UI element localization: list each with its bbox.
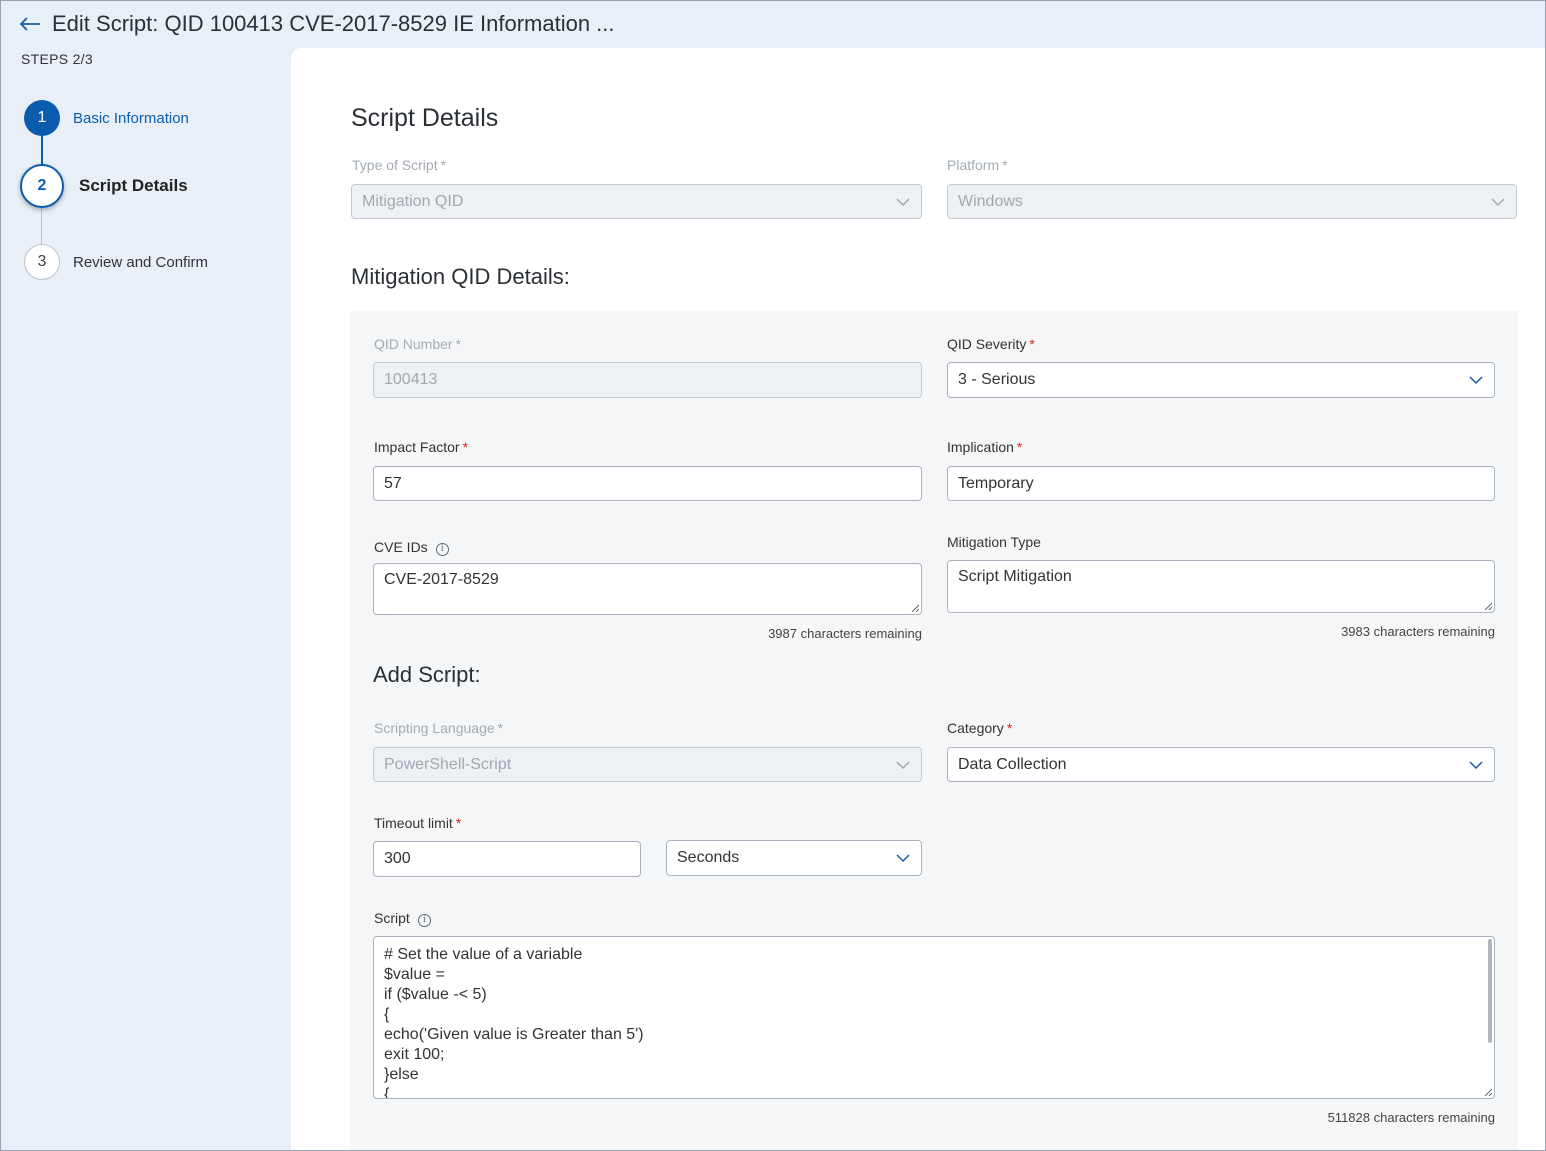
timeout-input[interactable]: 300 (373, 841, 641, 877)
timeout-unit-select[interactable]: Seconds (666, 840, 922, 876)
script-scrollbar[interactable] (1488, 939, 1492, 1043)
script-line: { (384, 1006, 390, 1023)
chevron-down-icon (1469, 376, 1483, 385)
qid-number-input[interactable]: 100413 (373, 362, 922, 398)
qid-severity-value: 3 - Serious (958, 371, 1036, 388)
section-title-mitigation: Mitigation QID Details: (351, 264, 570, 289)
impact-factor-label: Impact Factor * (374, 439, 469, 455)
step-number: 3 (24, 244, 60, 280)
chevron-down-icon (1491, 198, 1505, 207)
implication-value: Temporary (958, 474, 1034, 492)
page-header: Edit Script: QID 100413 CVE-2017-8529 IE… (0, 0, 1546, 48)
script-line: { (384, 1086, 390, 1099)
timeout-label: Timeout limit * (374, 815, 462, 831)
mitigation-type-value: Script Mitigation (958, 568, 1072, 585)
category-value: Data Collection (958, 755, 1067, 773)
step-script-details[interactable]: 2 Script Details (20, 164, 188, 208)
platform-select[interactable]: Windows (947, 184, 1517, 219)
info-icon[interactable]: i (435, 543, 449, 556)
script-line: if ($value -< 5) (384, 986, 487, 1003)
script-label: Script i (374, 910, 431, 927)
script-editor[interactable]: # Set the value of a variable $value = i… (373, 936, 1495, 1099)
impact-factor-value: 57 (384, 474, 402, 492)
step-basic-information[interactable]: 1 Basic Information (24, 100, 189, 136)
resize-handle-icon[interactable] (1484, 1088, 1492, 1096)
page-title: Edit Script: QID 100413 CVE-2017-8529 IE… (52, 11, 615, 36)
cve-ids-textarea[interactable]: CVE-2017-8529 (373, 563, 922, 615)
section-title-script-details: Script Details (351, 104, 499, 132)
scripting-language-select[interactable]: PowerShell-Script (373, 747, 922, 782)
chevron-down-icon (896, 761, 910, 770)
step-label: Basic Information (73, 109, 189, 127)
script-counter: 511828 characters remaining (1327, 1110, 1495, 1125)
step-number: 2 (20, 164, 64, 208)
platform-value: Windows (958, 192, 1023, 210)
chevron-down-icon (896, 198, 910, 207)
section-title-add-script: Add Script: (373, 662, 481, 687)
cve-ids-label: CVE IDs i (374, 539, 449, 556)
script-line: }else (384, 1066, 419, 1083)
steps-counter: STEPS 2/3 (21, 51, 93, 67)
qid-number-label: QID Number * (374, 336, 462, 352)
step-review-and-confirm[interactable]: 3 Review and Confirm (24, 244, 208, 280)
script-line: exit 100; (384, 1046, 445, 1063)
resize-handle-icon[interactable] (911, 604, 919, 612)
step-number: 1 (24, 100, 60, 136)
scripting-language-value: PowerShell-Script (384, 755, 512, 773)
timeout-unit-value: Seconds (677, 849, 740, 866)
step-label: Review and Confirm (73, 253, 209, 271)
step-label: Script Details (79, 176, 188, 195)
mitigation-type-counter: 3983 characters remaining (1341, 624, 1495, 639)
script-line: echo('Given value is Greater than 5') (384, 1026, 644, 1043)
timeout-value: 300 (384, 850, 411, 867)
cve-ids-counter: 3987 characters remaining (768, 626, 922, 641)
script-line: # Set the value of a variable (384, 946, 583, 963)
resize-handle-icon[interactable] (1484, 602, 1492, 610)
impact-factor-input[interactable]: 57 (373, 466, 922, 501)
platform-label: Platform * (947, 157, 1008, 173)
back-arrow-icon[interactable] (18, 12, 42, 36)
type-of-script-value: Mitigation QID (362, 192, 464, 210)
implication-label: Implication * (947, 439, 1023, 455)
script-line: $value = (384, 966, 445, 983)
info-icon[interactable]: i (417, 914, 431, 927)
scripting-language-label: Scripting Language * (374, 720, 504, 736)
chevron-down-icon (1469, 761, 1483, 770)
qid-severity-label: QID Severity * (947, 336, 1035, 352)
mitigation-type-label: Mitigation Type (947, 534, 1041, 550)
type-of-script-label: Type of Script * (352, 157, 447, 173)
step-connector (41, 208, 42, 245)
cve-ids-value: CVE-2017-8529 (384, 571, 499, 588)
qid-number-value: 100413 (384, 371, 438, 388)
mitigation-type-textarea[interactable]: Script Mitigation (947, 560, 1495, 613)
type-of-script-select[interactable]: Mitigation QID (351, 184, 922, 219)
qid-severity-select[interactable]: 3 - Serious (947, 362, 1495, 398)
chevron-down-icon (896, 854, 910, 863)
category-label: Category * (947, 720, 1013, 736)
implication-input[interactable]: Temporary (947, 466, 1495, 501)
category-select[interactable]: Data Collection (947, 747, 1495, 782)
